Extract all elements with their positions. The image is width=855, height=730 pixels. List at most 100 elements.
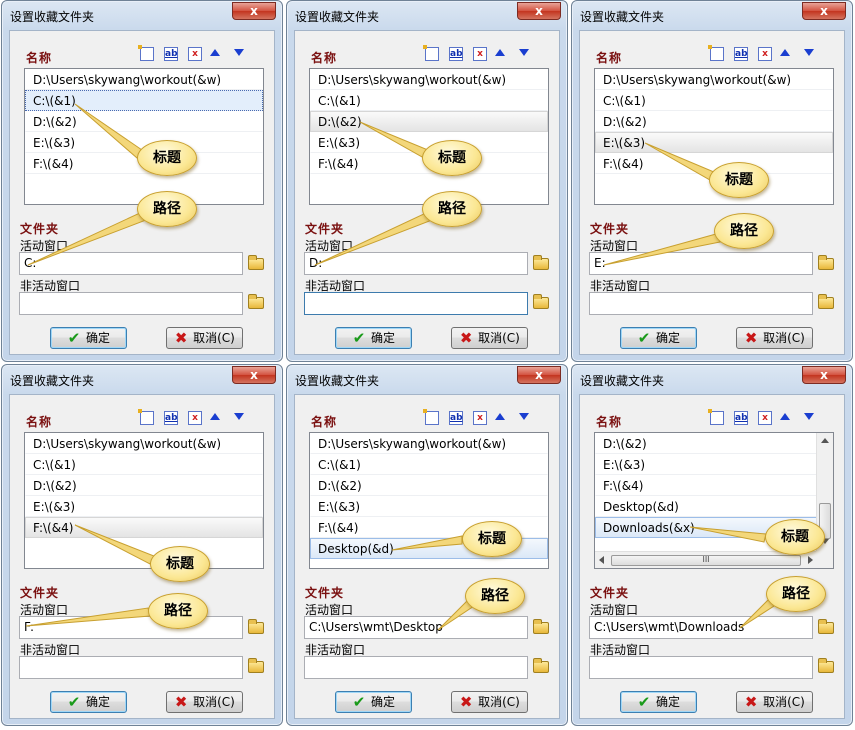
browse-folder-icon[interactable] <box>533 294 549 309</box>
list-item[interactable]: D:\(&2) <box>310 475 548 496</box>
browse-folder-icon[interactable] <box>248 658 264 673</box>
active-path-input[interactable]: C: <box>19 252 243 275</box>
inactive-path-input[interactable] <box>19 292 243 315</box>
move-up-icon[interactable] <box>780 413 790 420</box>
list-item[interactable]: C:\(&1) <box>310 90 548 111</box>
list-item[interactable]: C:\(&1) <box>25 454 263 475</box>
inactive-path-input[interactable] <box>304 656 528 679</box>
new-item-icon[interactable] <box>423 45 439 61</box>
move-up-icon[interactable] <box>495 413 505 420</box>
delete-icon[interactable]: x <box>473 411 487 425</box>
inactive-path-input[interactable] <box>304 292 528 315</box>
list-item[interactable]: D:\Users\skywang\workout(&w) <box>25 69 263 90</box>
folder-list[interactable]: D:\Users\skywang\workout(&w) C:\(&1) D:\… <box>309 68 549 205</box>
folder-list[interactable]: D:\Users\skywang\workout(&w) C:\(&1) D:\… <box>24 68 264 205</box>
move-down-icon[interactable] <box>519 49 529 56</box>
rename-icon[interactable]: ab <box>164 411 178 425</box>
browse-folder-icon[interactable] <box>818 658 834 673</box>
active-path-input[interactable]: E: <box>589 252 813 275</box>
browse-folder-icon[interactable] <box>248 294 264 309</box>
move-down-icon[interactable] <box>519 413 529 420</box>
new-item-icon[interactable] <box>138 409 154 425</box>
new-item-icon[interactable] <box>708 45 724 61</box>
inactive-path-input[interactable] <box>589 656 813 679</box>
close-button[interactable]: x <box>802 2 846 20</box>
browse-folder-icon[interactable] <box>818 294 834 309</box>
list-item-selected[interactable]: C:\(&1) <box>25 90 263 111</box>
list-item[interactable]: Desktop(&d) <box>595 496 833 517</box>
list-item[interactable]: D:\Users\skywang\workout(&w) <box>595 69 833 90</box>
move-up-icon[interactable] <box>210 49 220 56</box>
close-button[interactable]: x <box>232 2 276 20</box>
list-item[interactable]: C:\(&1) <box>595 90 833 111</box>
new-item-icon[interactable] <box>138 45 154 61</box>
new-item-icon[interactable] <box>708 409 724 425</box>
list-item[interactable]: D:\Users\skywang\workout(&w) <box>25 433 263 454</box>
folder-list[interactable]: D:\Users\skywang\workout(&w) C:\(&1) D:\… <box>24 432 264 569</box>
delete-icon[interactable]: x <box>188 47 202 61</box>
browse-folder-icon[interactable] <box>533 255 549 270</box>
cancel-button[interactable]: ✖ 取消(C) <box>736 691 813 713</box>
new-item-icon[interactable] <box>423 409 439 425</box>
browse-folder-icon[interactable] <box>533 658 549 673</box>
delete-icon[interactable]: x <box>758 47 772 61</box>
delete-icon[interactable]: x <box>188 411 202 425</box>
ok-button[interactable]: ✔ 确定 <box>50 691 127 713</box>
list-item[interactable]: D:\(&2) <box>25 111 263 132</box>
rename-icon[interactable]: ab <box>449 411 463 425</box>
cancel-button[interactable]: ✖ 取消(C) <box>451 327 528 349</box>
close-button[interactable]: x <box>517 2 561 20</box>
inactive-path-input[interactable] <box>19 656 243 679</box>
close-button[interactable]: x <box>802 366 846 384</box>
list-item[interactable]: D:\(&2) <box>595 111 833 132</box>
list-item-selected[interactable]: E:\(&3) <box>595 132 833 153</box>
close-button[interactable]: x <box>232 366 276 384</box>
browse-folder-icon[interactable] <box>818 619 834 634</box>
move-down-icon[interactable] <box>804 49 814 56</box>
list-item-selected[interactable]: F:\(&4) <box>25 517 263 538</box>
rename-icon[interactable]: ab <box>734 47 748 61</box>
delete-icon[interactable]: x <box>758 411 772 425</box>
active-path-input[interactable]: D: <box>304 252 528 275</box>
inactive-path-input[interactable] <box>589 292 813 315</box>
active-path-input[interactable]: F: <box>19 616 243 639</box>
ok-button[interactable]: ✔ 确定 <box>50 327 127 349</box>
list-item-selected[interactable]: D:\(&2) <box>310 111 548 132</box>
active-path-input[interactable]: C:\Users\wmt\Downloads <box>589 616 813 639</box>
list-item[interactable]: D:\Users\skywang\workout(&w) <box>310 433 548 454</box>
list-item[interactable]: E:\(&3) <box>310 496 548 517</box>
delete-icon[interactable]: x <box>473 47 487 61</box>
ok-button[interactable]: ✔ 确定 <box>335 691 412 713</box>
scroll-thumb[interactable]: III <box>611 555 801 566</box>
browse-folder-icon[interactable] <box>248 255 264 270</box>
browse-folder-icon[interactable] <box>818 255 834 270</box>
list-item[interactable]: F:\(&4) <box>595 475 833 496</box>
rename-icon[interactable]: ab <box>734 411 748 425</box>
move-up-icon[interactable] <box>780 49 790 56</box>
list-item[interactable]: C:\(&1) <box>310 454 548 475</box>
move-up-icon[interactable] <box>495 49 505 56</box>
cancel-button[interactable]: ✖ 取消(C) <box>451 691 528 713</box>
rename-icon[interactable]: ab <box>164 47 178 61</box>
move-down-icon[interactable] <box>804 413 814 420</box>
list-item[interactable]: D:\(&2) <box>595 433 833 454</box>
list-item[interactable]: E:\(&3) <box>595 454 833 475</box>
ok-button[interactable]: ✔ 确定 <box>335 327 412 349</box>
ok-button[interactable]: ✔ 确定 <box>620 327 697 349</box>
list-item[interactable]: D:\(&2) <box>25 475 263 496</box>
browse-folder-icon[interactable] <box>533 619 549 634</box>
cancel-button[interactable]: ✖ 取消(C) <box>736 327 813 349</box>
scroll-left-icon[interactable] <box>599 556 604 564</box>
close-button[interactable]: x <box>517 366 561 384</box>
browse-folder-icon[interactable] <box>248 619 264 634</box>
rename-icon[interactable]: ab <box>449 47 463 61</box>
scroll-up-icon[interactable] <box>821 438 829 443</box>
list-item[interactable]: D:\Users\skywang\workout(&w) <box>310 69 548 90</box>
cancel-button[interactable]: ✖ 取消(C) <box>166 327 243 349</box>
move-up-icon[interactable] <box>210 413 220 420</box>
active-path-input[interactable]: C:\Users\wmt\Desktop <box>304 616 528 639</box>
ok-button[interactable]: ✔ 确定 <box>620 691 697 713</box>
list-item[interactable]: E:\(&3) <box>25 496 263 517</box>
scroll-right-icon[interactable] <box>808 556 813 564</box>
move-down-icon[interactable] <box>234 49 244 56</box>
